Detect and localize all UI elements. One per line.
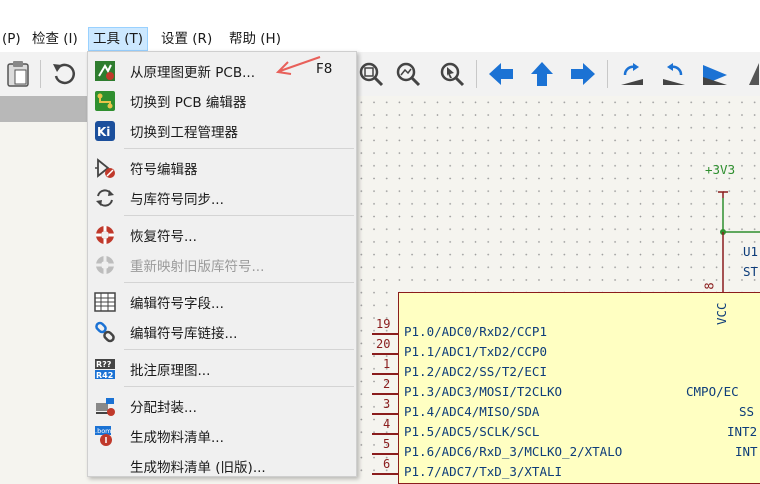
menu-item-label: 与库符号同步... [130,192,224,208]
pin-name: P1.0/ADC0/RxD2/CCP1 [404,324,547,339]
link-icon [93,320,117,344]
kicad-icon: Ki [93,119,117,143]
menu-item-sync-symbols[interactable]: 与库符号同步... [88,183,356,211]
mirror-v-icon[interactable] [740,58,760,90]
pin-name: P1.2/ADC2/SS/T2/ECI [404,364,547,379]
ref-label: U1 [743,244,759,259]
power-label: +3V3 [705,162,736,177]
menu-item-label: 生成物料清单 (旧版)... [130,460,266,476]
remap-icon [93,253,117,277]
menu-item-edit-lib-links[interactable]: 编辑符号库链接... [88,317,356,345]
zoom-selection-icon[interactable] [436,58,468,90]
svg-text:Ki: Ki [97,125,110,139]
vcc-pin-number: 8 [702,282,717,290]
pin-number: 4 [383,417,391,431]
menu-item-label: 批注原理图... [130,363,211,379]
pin-number: 6 [383,457,391,471]
menubar: (P) 检查 (I) 工具 (T) 设置 (R) 帮助 (H) [0,0,760,52]
menu-item-remap[interactable]: 重新映射旧版库符号... [88,250,356,278]
footprint-icon [93,394,117,418]
menu-inspect[interactable]: 检查 (I) [28,28,82,50]
svg-text:R??: R?? [96,360,112,369]
tools-menu: 从原理图更新 PCB... F8 切换到 PCB 编辑器 Ki 切换到工程管理器… [87,51,357,477]
menu-item-label: 编辑符号库链接... [130,326,238,342]
value-label: ST [743,264,759,279]
svg-text:.bom: .bom [95,427,112,435]
annotation-arrow-icon [275,56,321,75]
menu-help[interactable]: 帮助 (H) [225,28,285,50]
menu-item-label: 编辑符号字段... [130,296,224,312]
rotate-cw-icon[interactable] [658,58,690,90]
bom-icon: .bom [93,424,117,448]
pin-number: 2 [383,377,391,391]
menu-tools[interactable]: 工具 (T) [88,27,149,51]
menu-item-label: 恢复符号... [130,229,197,245]
menu-item-edit-fields[interactable]: 编辑符号字段... [88,287,356,315]
pin-name: P1.7/ADC7/TxD_3/XTALI [404,464,563,479]
paste-icon[interactable] [2,58,34,90]
menu-item-label: 从原理图更新 PCB... [130,65,255,81]
arrow-up-icon[interactable] [526,58,558,90]
pin-number: 19 [376,317,391,331]
pcb-editor-icon [93,89,117,113]
menu-item-symbol-editor[interactable]: 符号编辑器 [88,153,356,181]
pin-number: 1 [383,357,391,371]
rotate-ccw-icon[interactable] [616,58,648,90]
rescue-icon [93,223,117,247]
pin-name-right: INT2 [727,424,758,439]
symbol-editor-icon [93,156,117,180]
menu-item-annotate[interactable]: R?? R42 批注原理图... [88,354,356,382]
menu-item-assign-footprints[interactable]: 分配封装... [88,391,356,419]
menu-settings[interactable]: 设置 (R) [157,28,216,50]
zoom-fit-icon[interactable] [355,58,387,90]
left-canvas [0,122,88,475]
menu-item-label: 符号编辑器 [130,162,198,178]
svg-text:R42: R42 [96,371,113,380]
pin-name: P1.6/ADC6/RxD_3/MCLKO_2/XTALO [404,444,623,459]
menu-item-rescue[interactable]: 恢复符号... [88,220,356,248]
sync-icon [93,186,117,210]
pin-name: P1.4/ADC4/MISO/SDA [404,404,540,419]
pin-number: 20 [376,337,391,351]
menu-item-pcb-editor[interactable]: 切换到 PCB 编辑器 [88,86,356,114]
update-pcb-icon [93,59,117,83]
undo-icon[interactable] [48,58,80,90]
vcc-label: VCC [714,302,729,325]
pin-name-right: CMPO/EC [686,384,739,399]
menu-item-label: 生成物料清单... [130,430,224,446]
menu-item-label: 重新映射旧版库符号... [130,259,265,275]
pin-number: 5 [383,437,391,451]
annotate-icon: R?? R42 [93,357,117,381]
menu-place[interactable]: (P) [0,28,25,50]
left-panel-header [0,96,88,122]
menu-item-label: 切换到 PCB 编辑器 [130,95,247,111]
pin-name: P1.1/ADC1/TxD2/CCP0 [404,344,547,359]
pin-name-right: SS [739,404,755,419]
menu-item-label: 分配封装... [130,400,197,416]
arrow-right-icon[interactable] [567,58,599,90]
zoom-objects-icon[interactable] [392,58,424,90]
mirror-icon[interactable] [699,58,731,90]
menu-item-project-manager[interactable]: Ki 切换到工程管理器 [88,116,356,144]
arrow-left-icon[interactable] [485,58,517,90]
menu-item-bom[interactable]: .bom 生成物料清单... [88,421,356,449]
table-icon [93,290,117,314]
menu-item-label: 切换到工程管理器 [130,125,238,141]
pin-name: P1.5/ADC5/SCLK/SCL [404,424,540,439]
pin-number: 3 [383,397,391,411]
pin-name: P1.3/ADC3/MOSI/T2CLKO [404,384,563,399]
pin-name-right: INT [735,444,758,459]
